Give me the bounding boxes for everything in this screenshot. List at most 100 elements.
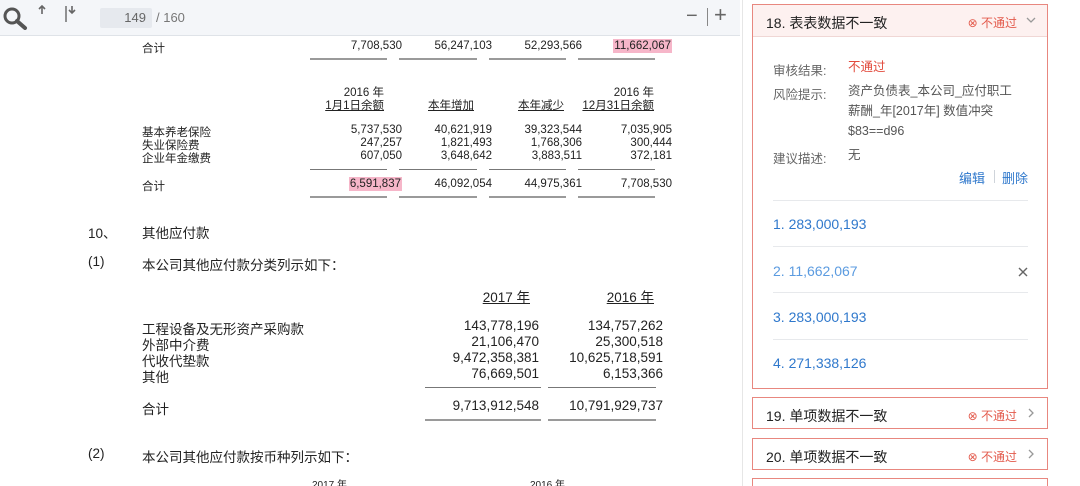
next-page-icon[interactable]: [64, 4, 78, 24]
fail-status-badge: ⊗ 不通过: [967, 450, 1017, 464]
fail-status-badge: ⊗ 不通过: [967, 409, 1017, 423]
column-header: 2016 年: [606, 290, 654, 305]
cell-value: 46,092,054: [434, 178, 492, 190]
prev-page-icon[interactable]: [36, 4, 48, 18]
conflict-value-item[interactable]: 4. 271,338,126: [773, 355, 866, 371]
risk-text-line: 资产负债表_本公司_应付职工: [848, 84, 1012, 98]
audit-card-20[interactable]: 20. 单项数据不一致 ⊗ 不通过: [752, 438, 1048, 470]
audit-card-19[interactable]: 19. 单项数据不一致 ⊗ 不通过: [752, 397, 1048, 429]
row-label: 合计: [142, 181, 165, 193]
divider: [773, 200, 1028, 201]
zoom-out-button[interactable]: −: [686, 6, 698, 26]
cell-value: 10,791,929,737: [569, 398, 663, 413]
document-page: 合计 7,708,530 56,247,103 52,293,566 11,66…: [0, 36, 740, 486]
subtotal-rule: [399, 169, 477, 170]
total-rule: [578, 196, 655, 198]
result-label: 审核结果:: [773, 64, 827, 78]
cell-value: 143,778,196: [463, 318, 539, 333]
zoom-in-button[interactable]: +: [714, 4, 727, 26]
risk-text-line: 薪酬_年[2017年] 数值冲突: [848, 104, 994, 118]
link-divider: [994, 170, 995, 183]
search-icon[interactable]: [2, 6, 28, 30]
cell-value: 7,708,530: [620, 178, 672, 190]
page-number-input[interactable]: 149: [100, 8, 152, 28]
chevron-right-icon[interactable]: [1025, 406, 1037, 420]
result-value: 不通过: [848, 60, 886, 74]
highlighted-cell-value[interactable]: 11,662,067: [610, 38, 672, 54]
row-label: 合计: [142, 43, 165, 55]
highlighted-cell-value[interactable]: 6,591,837: [340, 176, 402, 192]
cell-value: 300,444: [630, 137, 672, 149]
cell-value: 39,323,544: [524, 124, 582, 136]
column-header: 2017 年: [312, 480, 348, 486]
column-header: 本年减少: [518, 100, 564, 112]
column-header: 1月1日余额: [325, 100, 384, 112]
audit-card-title: 20. 单项数据不一致: [766, 449, 888, 465]
cell-value: 76,669,501: [471, 366, 539, 381]
divider: [773, 292, 1028, 293]
cell-value: 3,883,511: [531, 150, 582, 162]
section-title: 其他应付款: [142, 226, 210, 241]
item-title: 本公司其他应付款按币种列示如下：: [142, 450, 358, 465]
cell-value: 10,625,718,591: [569, 350, 663, 365]
cell-value: 9,713,912,548: [452, 398, 539, 413]
column-header: 本年增加: [428, 100, 474, 112]
cell-value: 21,106,470: [471, 334, 539, 349]
cell-value: 7,035,905: [620, 124, 672, 136]
column-header: 2017 年: [482, 290, 530, 305]
divider: [773, 339, 1028, 340]
cell-value: 52,293,566: [524, 40, 582, 52]
conflict-value-item[interactable]: 3. 283,000,193: [773, 309, 866, 325]
cell-value: 1,821,493: [440, 137, 492, 149]
total-rule: [310, 58, 387, 60]
item-title: 本公司其他应付款分类列示如下：: [142, 258, 345, 273]
conflict-value-item[interactable]: 2. 11,662,067: [773, 263, 858, 279]
audit-card-header[interactable]: 20. 单项数据不一致 ⊗ 不通过: [753, 439, 1047, 471]
audit-card-partial[interactable]: [752, 478, 1048, 486]
item-number: (1): [88, 254, 105, 269]
close-icon[interactable]: [1017, 266, 1029, 278]
subtotal-rule: [489, 169, 566, 170]
total-rule: [310, 196, 387, 198]
column-header: 2016 年: [530, 480, 566, 486]
subtotal-rule: [310, 169, 387, 170]
cell-value: 1,768,306: [530, 137, 582, 149]
row-label: 合计: [142, 402, 169, 417]
chevron-down-icon[interactable]: [1025, 13, 1037, 27]
total-rule: [489, 196, 566, 198]
risk-label: 风险提示:: [773, 88, 827, 102]
audit-card-title: 18. 表表数据不一致: [766, 15, 888, 31]
delete-button[interactable]: 删除: [1002, 168, 1028, 187]
total-rule: [425, 419, 541, 421]
audit-card-header[interactable]: 18. 表表数据不一致 ⊗ 不通过: [753, 5, 1047, 37]
cell-value: 9,472,358,381: [452, 350, 539, 365]
section-number: 10、: [88, 226, 117, 241]
document-viewer: 149 / 160 − + 合计 7,708,530 56,247,103 52…: [0, 0, 740, 486]
cell-value: 607,050: [360, 150, 402, 162]
chevron-right-icon[interactable]: [1025, 447, 1037, 461]
cell-value: 44,975,361: [524, 178, 582, 190]
edit-button[interactable]: 编辑: [959, 168, 985, 187]
cell-value: 3,648,642: [440, 150, 492, 162]
cell-value: 6,153,366: [602, 366, 663, 381]
subtotal-rule: [548, 387, 656, 388]
risk-text-line: $83==d96: [848, 124, 905, 138]
suggest-label: 建议描述:: [773, 152, 827, 166]
row-label: 其他: [142, 370, 169, 385]
audit-results-panel: 18. 表表数据不一致 ⊗ 不通过 审核结果: 不通过 风险提示: 资产负债表_…: [742, 0, 1080, 486]
total-rule: [578, 58, 655, 60]
viewer-toolbar: 149 / 160 − +: [0, 0, 740, 36]
column-header: 12月31日余额: [582, 100, 654, 112]
page-total-label: / 160: [156, 10, 185, 25]
divider: [773, 246, 1028, 247]
cell-value: 40,621,919: [434, 124, 492, 136]
audit-card-header[interactable]: 19. 单项数据不一致 ⊗ 不通过: [753, 398, 1047, 430]
cell-value: 5,737,530: [350, 124, 402, 136]
fail-status-badge: ⊗ 不通过: [967, 16, 1017, 30]
subtotal-rule: [578, 169, 655, 170]
zoom-divider: [707, 8, 708, 26]
cell-value: 25,300,518: [595, 334, 663, 349]
cell-value: 372,181: [630, 150, 672, 162]
conflict-value-item[interactable]: 1. 283,000,193: [773, 216, 866, 232]
suggest-value: 无: [848, 148, 861, 162]
